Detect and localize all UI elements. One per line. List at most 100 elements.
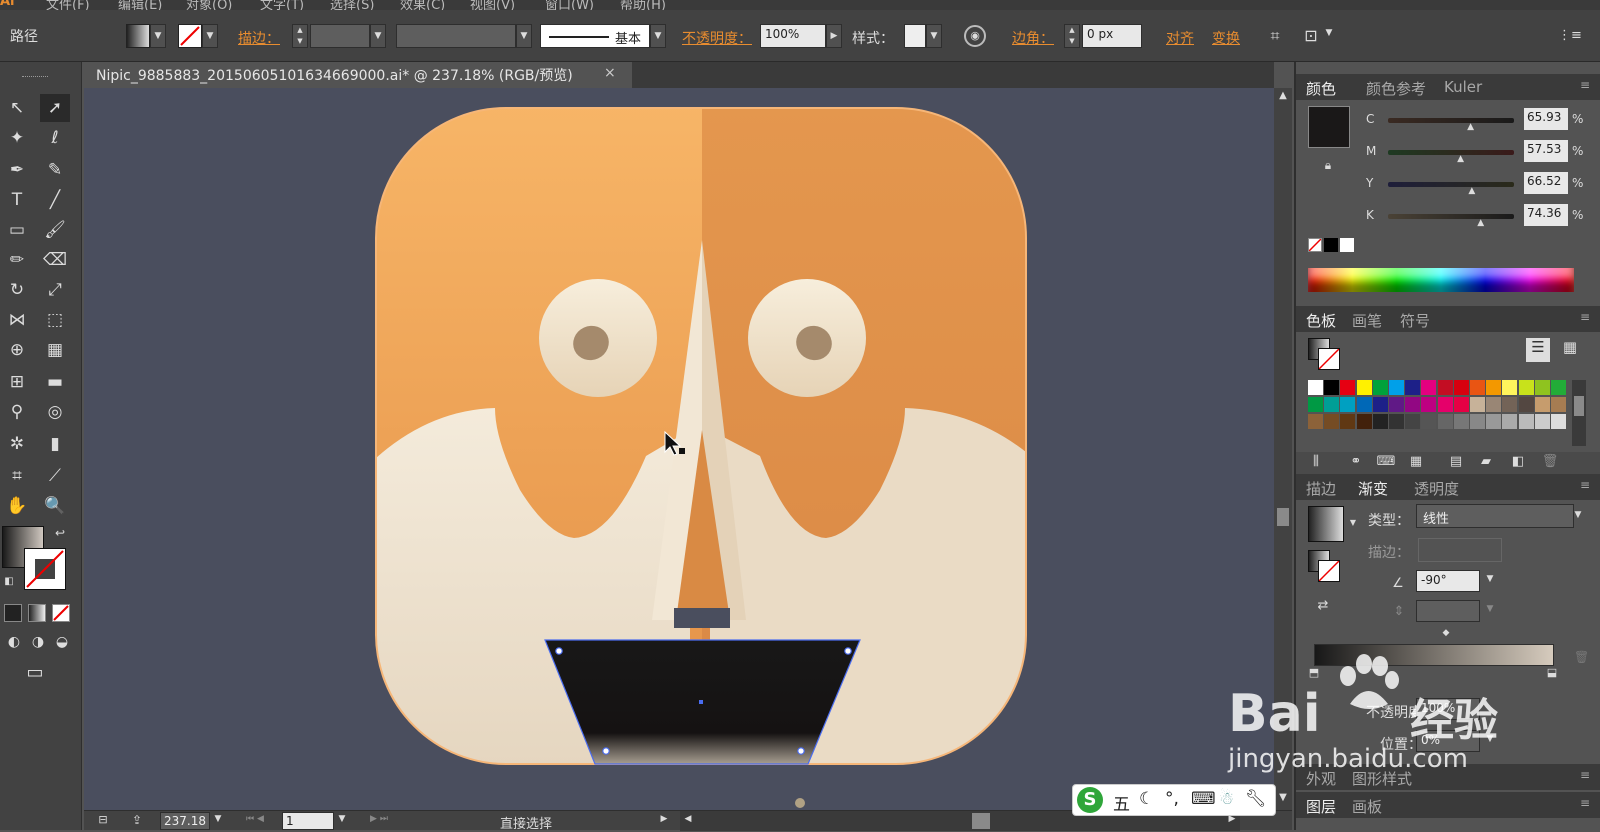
swatch-cell[interactable] — [1405, 414, 1421, 429]
channel-k-slider[interactable] — [1388, 214, 1514, 219]
current-fill-swatch[interactable] — [1308, 106, 1350, 148]
corner-radius-field[interactable]: 0 px — [1082, 24, 1142, 48]
rectangle-tool-icon[interactable]: ▭ — [2, 216, 32, 244]
swatch-cell[interactable] — [1389, 380, 1404, 395]
menu-item[interactable]: 文件(F) — [46, 0, 90, 10]
swatch-cell[interactable] — [1308, 380, 1323, 395]
swatch-cell[interactable] — [1356, 380, 1372, 395]
gradient-preview[interactable] — [1308, 506, 1344, 542]
swatch-cell[interactable] — [1405, 380, 1421, 395]
draw-inside-icon[interactable]: ◒ — [52, 634, 72, 650]
default-colors-icon[interactable]: ◧ — [2, 576, 16, 587]
channel-y-slider[interactable] — [1388, 182, 1514, 187]
menu-item[interactable]: 文字(T) — [260, 0, 304, 10]
page-dropdown-icon[interactable]: ▼ — [336, 814, 348, 824]
stroke-none-swatch[interactable] — [178, 24, 202, 48]
swatch-cell[interactable] — [1324, 380, 1340, 395]
graph-tool-icon[interactable]: ▮ — [40, 430, 70, 458]
ime-toolbar[interactable]: S 五 ☾ °, ⌨ ☃ 🔧︎ — [1072, 784, 1276, 816]
scroll-up-icon[interactable]: ▲ — [1276, 90, 1290, 101]
channel-y-thumb[interactable]: ▲ — [1468, 186, 1475, 196]
tab-transparency[interactable]: 透明度 — [1414, 478, 1459, 499]
tab-layers[interactable]: 图层 — [1306, 796, 1336, 817]
channel-c-thumb[interactable]: ▲ — [1467, 122, 1474, 132]
trash-icon[interactable]: 🗑︎ — [1540, 454, 1560, 469]
swatch-grid[interactable] — [1308, 380, 1568, 448]
selection-tool-icon[interactable]: ↖ — [2, 94, 32, 122]
isolate-icon[interactable]: ⌗ — [1264, 26, 1286, 46]
swatch-cell[interactable] — [1356, 397, 1372, 412]
recolor-artwork-icon[interactable]: ◉ — [964, 25, 986, 47]
swatch-cell[interactable] — [1518, 380, 1534, 395]
aspect-ratio-field[interactable] — [1416, 600, 1480, 622]
corner-stepper[interactable]: ▲ ▼ — [1064, 24, 1080, 48]
perspective-grid-icon[interactable]: ▦ — [40, 336, 70, 364]
scroll-thumb[interactable] — [1277, 508, 1289, 526]
swatch-cell[interactable] — [1340, 414, 1356, 429]
hand-tool-icon[interactable]: ✋ — [2, 492, 32, 520]
channel-m-thumb[interactable]: ▲ — [1457, 154, 1464, 164]
channel-m-slider[interactable] — [1388, 150, 1514, 155]
pencil-tool-icon[interactable]: ✏ — [2, 246, 32, 274]
menu-item[interactable]: 帮助(H) — [620, 0, 666, 10]
swatch-cell[interactable] — [1470, 414, 1485, 429]
transform-link[interactable]: 变换 — [1212, 28, 1240, 48]
panel-menu-icon[interactable]: ≡ — [1580, 796, 1590, 810]
swatch-cell[interactable] — [1534, 414, 1550, 429]
free-transform-icon[interactable]: ⬚ — [40, 306, 70, 334]
swatch-cell[interactable] — [1421, 414, 1437, 429]
delete-stop-icon[interactable]: 🗑︎ — [1574, 650, 1589, 664]
swatch-cell[interactable] — [1486, 397, 1502, 412]
midpoint-diamond-icon[interactable]: ◆ — [1440, 628, 1452, 638]
slice-tool-icon[interactable]: ⟋ — [40, 462, 70, 490]
first-page-icon[interactable]: ⏮ ◀ — [240, 814, 270, 824]
gradient-stop-right[interactable]: ⬓ — [1546, 666, 1558, 679]
status-menu-icon[interactable]: ▶ — [658, 814, 670, 824]
swatch-cell[interactable] — [1502, 380, 1518, 395]
swatch-cell[interactable] — [1453, 380, 1469, 395]
black-swatch[interactable] — [1324, 238, 1338, 252]
swatch-cell[interactable] — [1389, 397, 1404, 412]
stroke-weight-stepper[interactable]: ▲ ▼ — [292, 24, 308, 48]
list-view-icon[interactable]: ☰ — [1526, 338, 1550, 362]
direct-selection-tool-icon[interactable]: ➚ — [40, 94, 70, 122]
graphic-style-dropdown[interactable]: ▼ — [926, 24, 942, 48]
brush-profile-dropdown[interactable]: ▼ — [650, 24, 666, 48]
brush-profile-select[interactable]: 基本 — [540, 24, 650, 48]
new-group-icon[interactable]: ▤ — [1446, 454, 1466, 469]
swatch-library-icon[interactable]: ⫼ — [1306, 454, 1326, 469]
swatch-cell[interactable] — [1486, 414, 1502, 429]
channel-k-thumb[interactable]: ▲ — [1477, 218, 1484, 228]
tab-brushes[interactable]: 画笔 — [1352, 310, 1382, 331]
align-link[interactable]: 对齐 — [1166, 28, 1194, 48]
artboard-tool-icon[interactable]: ⌗ — [2, 462, 32, 490]
screen-mode-icon[interactable]: ▭ — [22, 662, 48, 683]
aspect-dropdown-icon[interactable]: ▼ — [1484, 604, 1496, 614]
share-icon[interactable]: ⇪ — [128, 813, 146, 827]
moon-icon[interactable]: ☾ — [1139, 789, 1154, 809]
graphic-style-swatch[interactable] — [904, 24, 926, 48]
panel-menu-icon[interactable]: ≡ — [1580, 478, 1590, 492]
swatch-cell[interactable] — [1551, 414, 1566, 429]
eraser-tool-icon[interactable]: ⌫ — [40, 246, 70, 274]
gradient-type-select[interactable]: 线性 — [1416, 504, 1574, 528]
swatch-cell[interactable] — [1372, 414, 1388, 429]
document-tab[interactable]: Nipic_9885883_20150605101634669000.ai* @… — [84, 62, 632, 88]
gradient-stroke-indicator[interactable] — [1318, 560, 1340, 582]
swatch-options-icon[interactable]: ⌨ — [1376, 454, 1396, 469]
swatch-cell[interactable] — [1356, 414, 1372, 429]
color-spectrum[interactable] — [1308, 268, 1574, 292]
menu-item[interactable]: 视图(V) — [470, 0, 515, 10]
stroke-color-box[interactable] — [24, 548, 66, 590]
tab-gradient[interactable]: 渐变 — [1358, 478, 1388, 499]
punctuation-icon[interactable]: °, — [1165, 789, 1179, 809]
swatch-cell[interactable] — [1551, 380, 1566, 395]
lock-icon[interactable]: 🔒︎ — [1320, 158, 1336, 173]
swatch-cell[interactable] — [1534, 397, 1550, 412]
tab-stroke[interactable]: 描边 — [1306, 478, 1336, 499]
panel-menu-icon[interactable]: ≡ — [1580, 310, 1590, 324]
menu-item[interactable]: 效果(C) — [400, 0, 445, 10]
magic-wand-icon[interactable]: ✦ — [2, 124, 32, 152]
ime-mode-label[interactable]: 五 — [1113, 790, 1130, 815]
tab-symbols[interactable]: 符号 — [1400, 310, 1430, 331]
